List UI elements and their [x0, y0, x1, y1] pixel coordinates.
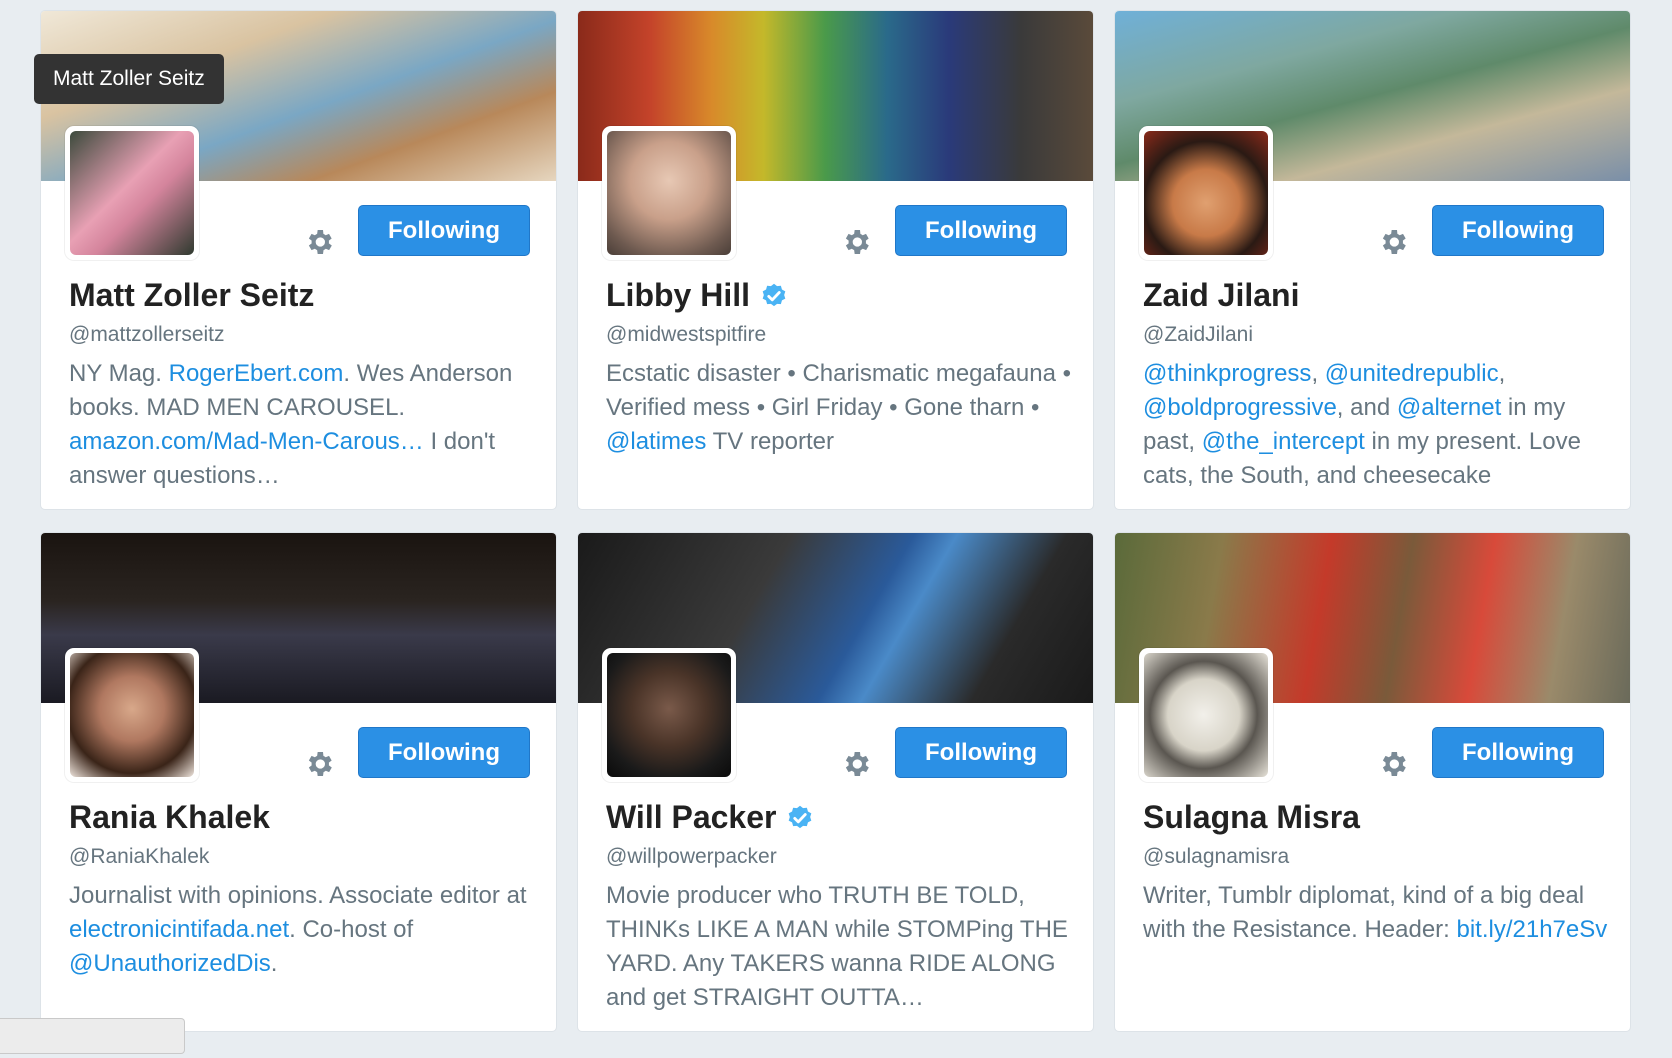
- gear-icon[interactable]: [1377, 748, 1409, 780]
- bio-text: , and: [1336, 394, 1397, 421]
- gear-icon[interactable]: [1377, 226, 1409, 258]
- display-name-text[interactable]: Sulagna Misra: [1143, 799, 1360, 836]
- bio: Movie producer who TRUTH BE TOLD, THINKs…: [606, 879, 1076, 1015]
- display-name-text[interactable]: Libby Hill: [606, 277, 750, 314]
- bio-link[interactable]: electronicintifada.net: [69, 916, 289, 943]
- bio: @thinkprogress, @unitedrepublic, @boldpr…: [1143, 357, 1613, 493]
- display-name-text[interactable]: Zaid Jilani: [1143, 277, 1299, 314]
- bio-link[interactable]: amazon.com/Mad-Men-Carous…: [69, 428, 424, 455]
- user-card[interactable]: Following Sulagna Misra @sulagnamisra Wr…: [1114, 532, 1631, 1032]
- display-name-text[interactable]: Matt Zoller Seitz: [69, 277, 314, 314]
- display-name-text[interactable]: Will Packer: [606, 799, 776, 836]
- bio-text: Journalist with opinions. Associate edit…: [69, 882, 527, 909]
- avatar-image: [607, 131, 731, 255]
- screen-name[interactable]: @willpowerpacker: [606, 845, 777, 869]
- screen-name[interactable]: @midwestspitfire: [606, 323, 766, 347]
- bio-text: NY Mag.: [69, 360, 169, 387]
- screen-name[interactable]: @mattzollerseitz: [69, 323, 225, 347]
- bio-link[interactable]: @thinkprogress: [1143, 360, 1311, 387]
- following-button[interactable]: Following: [1432, 727, 1604, 778]
- verified-badge-icon: [762, 283, 786, 306]
- following-button[interactable]: Following: [895, 727, 1067, 778]
- display-name[interactable]: Matt Zoller Seitz: [69, 277, 314, 314]
- bio: Writer, Tumblr diplomat, kind of a big d…: [1143, 879, 1613, 947]
- display-name[interactable]: Rania Khalek: [69, 799, 270, 836]
- verified-badge-icon: [789, 805, 812, 828]
- avatar-image: [607, 653, 731, 777]
- bio-text: Movie producer who TRUTH BE TOLD, THINKs…: [606, 882, 1068, 1011]
- name-tooltip: Matt Zoller Seitz: [34, 54, 224, 104]
- following-button[interactable]: Following: [358, 727, 530, 778]
- screen-name[interactable]: @RaniaKhalek: [69, 845, 209, 869]
- bio-link[interactable]: @alternet: [1397, 394, 1501, 421]
- bio-link[interactable]: @unitedrepublic: [1325, 360, 1499, 387]
- screen-name[interactable]: @sulagnamisra: [1143, 845, 1289, 869]
- following-button[interactable]: Following: [895, 205, 1067, 256]
- user-card[interactable]: Following Rania Khalek @RaniaKhalek Jour…: [40, 532, 557, 1032]
- avatar[interactable]: [1139, 648, 1273, 782]
- horizontal-scrollbar[interactable]: [0, 1018, 185, 1054]
- bio: Journalist with opinions. Associate edit…: [69, 879, 539, 981]
- display-name-text[interactable]: Rania Khalek: [69, 799, 270, 836]
- bio-link[interactable]: @boldprogressive: [1143, 394, 1337, 421]
- display-name[interactable]: Libby Hill: [606, 277, 788, 314]
- bio-link[interactable]: bit.ly/21h7eSv: [1457, 916, 1608, 943]
- display-name[interactable]: Zaid Jilani: [1143, 277, 1299, 314]
- screen-name[interactable]: @ZaidJilani: [1143, 323, 1253, 347]
- avatar[interactable]: [602, 126, 736, 260]
- avatar[interactable]: [602, 648, 736, 782]
- gear-icon[interactable]: [303, 748, 335, 780]
- bio-link[interactable]: @UnauthorizedDis: [69, 950, 271, 977]
- bio-link[interactable]: @the_intercept: [1202, 428, 1365, 455]
- avatar[interactable]: [1139, 126, 1273, 260]
- bio-link[interactable]: RogerEbert.com: [169, 360, 344, 387]
- bio: Ecstatic disaster • Charismatic megafaun…: [606, 357, 1076, 459]
- bio-text: ,: [1311, 360, 1325, 387]
- following-button[interactable]: Following: [1432, 205, 1604, 256]
- avatar-image: [1144, 653, 1268, 777]
- bio: NY Mag. RogerEbert.com. Wes Anderson boo…: [69, 357, 539, 493]
- bio-text: . Co-host of: [289, 916, 414, 943]
- gear-icon[interactable]: [303, 226, 335, 258]
- avatar-image: [70, 653, 194, 777]
- following-button[interactable]: Following: [358, 205, 530, 256]
- avatar[interactable]: [65, 648, 199, 782]
- avatar-image: [70, 131, 194, 255]
- avatar-image: [1144, 131, 1268, 255]
- user-card[interactable]: Following Zaid Jilani @ZaidJilani @think…: [1114, 10, 1631, 510]
- bio-text: .: [270, 950, 278, 977]
- display-name[interactable]: Will Packer: [606, 799, 814, 836]
- avatar[interactable]: [65, 126, 199, 260]
- bio-link[interactable]: @latimes: [606, 428, 706, 455]
- bio-text: ,: [1498, 360, 1506, 387]
- gear-icon[interactable]: [840, 748, 872, 780]
- bio-text: TV reporter: [706, 428, 834, 455]
- user-card[interactable]: Following Libby Hill @midwestspitfire Ec…: [577, 10, 1094, 510]
- user-card[interactable]: Following Will Packer @willpowerpacker M…: [577, 532, 1094, 1032]
- gear-icon[interactable]: [840, 226, 872, 258]
- bio-text: Ecstatic disaster • Charismatic megafaun…: [606, 360, 1071, 421]
- display-name[interactable]: Sulagna Misra: [1143, 799, 1360, 836]
